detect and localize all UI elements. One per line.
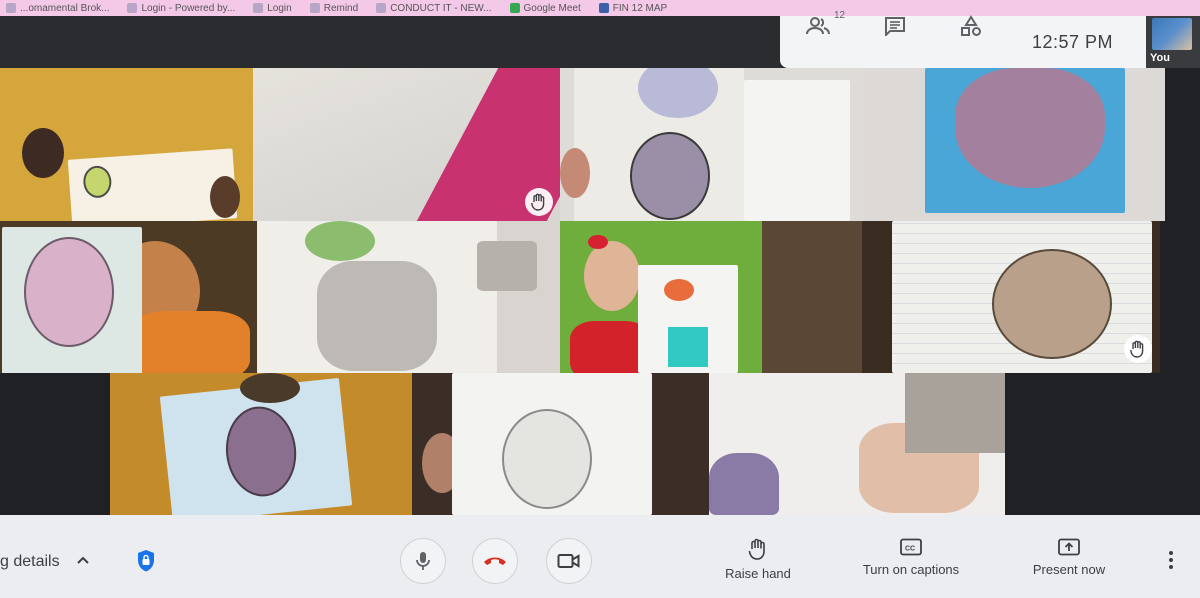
svg-text:CC: CC xyxy=(905,546,915,553)
bunny-drawing xyxy=(630,132,710,220)
participant-video-tile[interactable] xyxy=(110,373,412,515)
participants-count: 12 xyxy=(834,10,846,21)
self-video-tile[interactable]: You xyxy=(1146,16,1200,68)
participant-video-tile[interactable] xyxy=(560,68,865,221)
bookmark-favicon-icon xyxy=(253,3,264,13)
hand-icon xyxy=(1130,340,1144,358)
participant-video-tile[interactable] xyxy=(253,68,560,221)
present-icon xyxy=(1058,538,1080,556)
chevron-up-icon xyxy=(77,556,89,564)
bookmark-item[interactable]: ...omamental Brok... xyxy=(6,3,109,14)
bookmark-favicon-icon xyxy=(127,3,138,13)
microphone-icon xyxy=(416,552,430,570)
drawing-paper xyxy=(574,68,744,221)
egg-drawing xyxy=(955,68,1105,188)
security-shield[interactable] xyxy=(136,549,156,573)
meet-window: ...omamental Brok... Login - Powered by.… xyxy=(0,0,1200,598)
more-options-button[interactable] xyxy=(1164,548,1178,572)
meeting-details-button[interactable]: g details xyxy=(0,553,60,571)
hangup-icon xyxy=(484,557,506,565)
chat-button[interactable] xyxy=(882,14,908,38)
pencil-drawing xyxy=(317,261,437,371)
activities-button[interactable] xyxy=(958,14,984,38)
participant-video-tile[interactable] xyxy=(0,68,253,221)
hangup-button[interactable] xyxy=(472,538,518,584)
bottom-controls-bar xyxy=(0,515,1200,598)
background-object xyxy=(477,241,537,291)
camera-button[interactable] xyxy=(546,538,592,584)
chat-icon xyxy=(885,17,905,36)
bookmarks-bar: ...omamental Brok... Login - Powered by.… xyxy=(0,0,1200,16)
present-now-label: Present now xyxy=(1032,562,1106,577)
activities-icon xyxy=(961,15,981,36)
bookmark-item[interactable]: Login - Powered by... xyxy=(127,3,235,14)
shield-icon xyxy=(138,550,154,572)
egg-shell-drawing xyxy=(638,68,718,118)
bookmark-item[interactable]: Login xyxy=(253,3,292,14)
participant-video-tile[interactable] xyxy=(412,373,709,515)
more-vert-icon xyxy=(1169,558,1173,562)
people-icon xyxy=(806,17,830,35)
captions-icon: CC xyxy=(900,538,922,556)
raise-hand-button[interactable]: Raise hand xyxy=(720,538,796,581)
hand-icon xyxy=(748,538,765,560)
raise-hand-label: Raise hand xyxy=(725,566,791,581)
participant-hair xyxy=(240,373,300,403)
clock-text: 12:57 PM xyxy=(1032,32,1114,52)
participant-person xyxy=(22,128,64,178)
egg-drawing xyxy=(24,237,114,347)
bookmark-item[interactable]: FIN 12 MAP xyxy=(598,3,667,14)
bookmark-favicon-icon xyxy=(376,3,387,13)
document-paper xyxy=(744,80,850,221)
microphone-button[interactable] xyxy=(400,538,446,584)
drawing-paper xyxy=(638,265,738,373)
bunny-drawing xyxy=(992,249,1112,359)
bookmark-favicon-icon xyxy=(509,3,520,13)
bookmark-favicon-icon xyxy=(598,3,609,13)
participant-hand xyxy=(210,176,240,218)
egg-drawing xyxy=(82,164,113,199)
self-label: You xyxy=(1150,52,1170,64)
rainbow-drawing xyxy=(664,279,694,301)
drawing-paper xyxy=(925,68,1125,213)
participant-shirt xyxy=(130,311,250,373)
participants-button[interactable] xyxy=(805,14,831,38)
participant-hand xyxy=(560,148,590,198)
bookmark-favicon-icon xyxy=(6,3,16,13)
present-now-button[interactable]: Present now xyxy=(1026,538,1112,577)
participant-video-tile[interactable] xyxy=(762,221,1160,373)
camera-icon xyxy=(557,554,580,568)
cyan-box-drawing xyxy=(668,327,708,367)
participant-video-tile[interactable] xyxy=(257,221,560,373)
more-vert-icon xyxy=(1169,551,1173,555)
curtain xyxy=(762,221,862,373)
raised-hand-indicator xyxy=(1124,335,1152,363)
drawing-paper xyxy=(257,221,497,373)
raised-hand-indicator xyxy=(525,188,553,216)
drawing-paper xyxy=(892,221,1152,373)
bookmark-item[interactable]: CONDUCT IT - NEW... xyxy=(376,3,492,14)
bookmark-item[interactable]: Google Meet xyxy=(509,3,581,14)
participant-video-tile[interactable] xyxy=(0,221,257,373)
hair-bow xyxy=(588,235,608,249)
self-video-preview xyxy=(1152,18,1192,50)
pencil-drawing xyxy=(502,409,592,509)
captions-button[interactable]: CC Turn on captions xyxy=(852,538,970,577)
participant-video-tile[interactable] xyxy=(865,68,1165,221)
background-object xyxy=(905,373,1005,453)
details-toggle[interactable] xyxy=(74,551,92,569)
participant-video-tile[interactable] xyxy=(560,221,762,373)
tree-drawing xyxy=(305,221,375,261)
drawing-paper xyxy=(2,227,142,373)
bookmark-favicon-icon xyxy=(309,3,320,13)
captions-label: Turn on captions xyxy=(862,562,960,577)
hand-icon xyxy=(531,193,545,211)
more-vert-icon xyxy=(1169,565,1173,569)
participant-video-tile[interactable] xyxy=(709,373,1005,515)
egg-drawing xyxy=(221,403,301,500)
drawing-paper xyxy=(452,373,652,515)
bookmark-item[interactable]: Remind xyxy=(309,3,358,14)
participant-person xyxy=(584,241,640,311)
egg-drawing xyxy=(709,453,779,515)
